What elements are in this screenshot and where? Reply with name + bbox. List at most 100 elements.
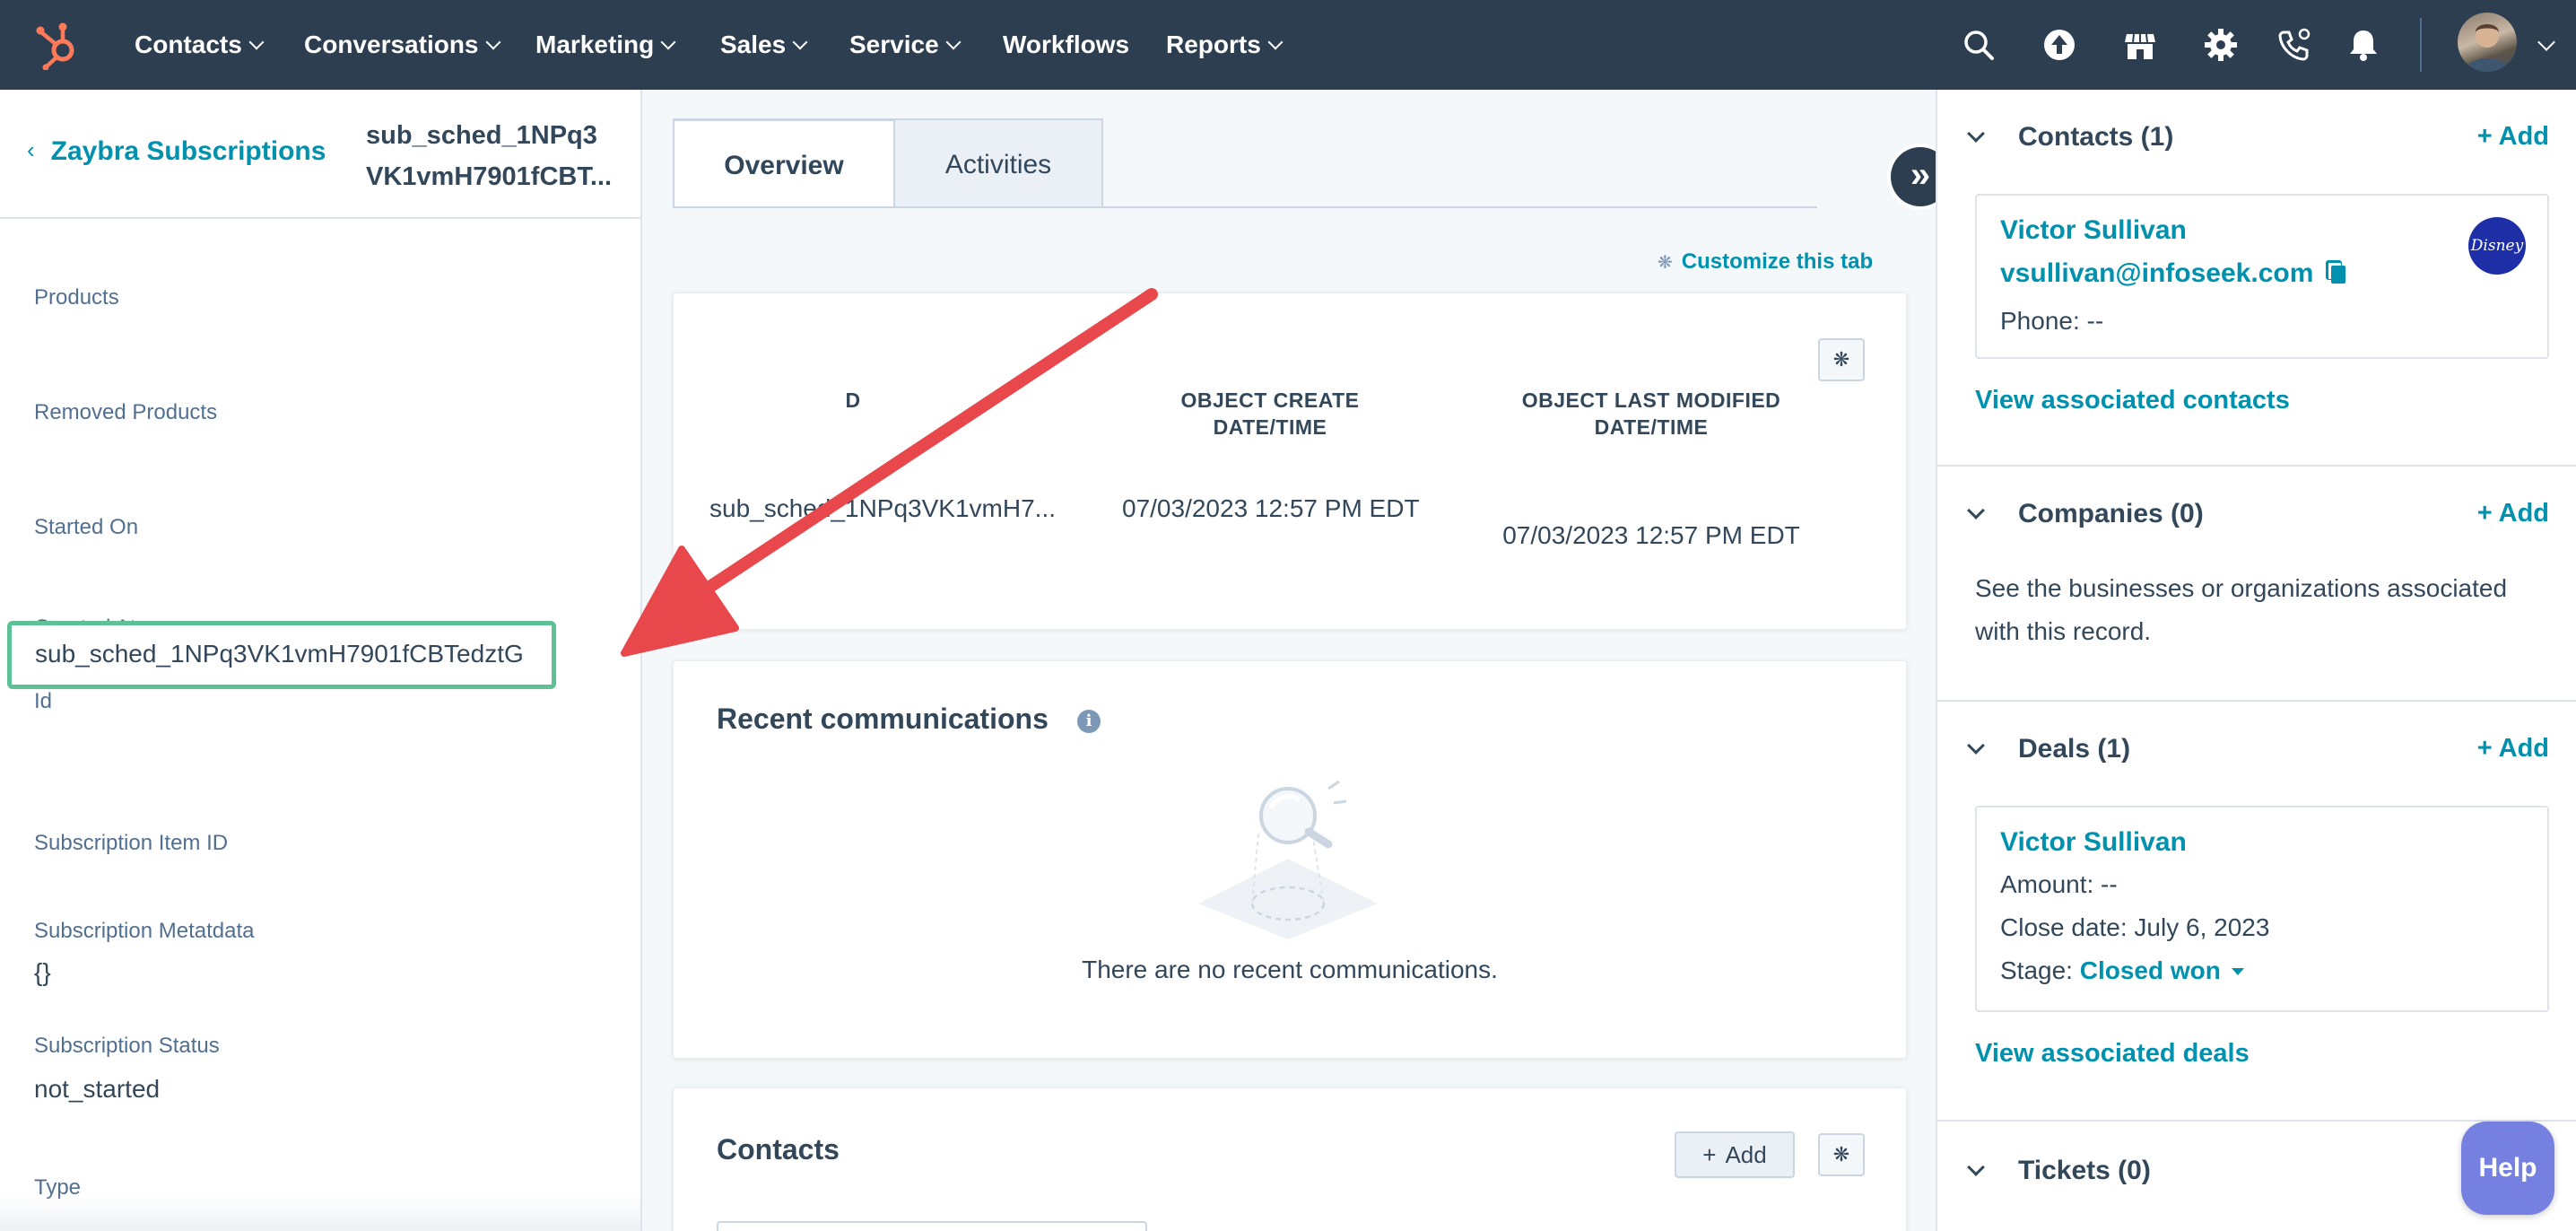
account-menu-chevron-icon[interactable] [2537, 33, 2555, 51]
subscription-status-value[interactable]: not_started [34, 1075, 160, 1104]
nav-divider [2420, 18, 2422, 72]
associated-companies-title[interactable]: Companies (0) [2018, 499, 2204, 529]
deal-stage-dropdown[interactable]: Closed won [2080, 956, 2244, 984]
highlight-col3-header-line-1: OBJECT LAST MODIFIED [1521, 389, 1781, 412]
record-title-line-1: sub_sched_1NPq3 [366, 121, 597, 150]
associated-tickets-title[interactable]: Tickets (0) [2018, 1156, 2151, 1186]
contact-name-link[interactable]: Victor Sullivan [2000, 215, 2187, 246]
chevron-down-icon[interactable] [1967, 737, 1985, 755]
company-logo: Disney [2468, 217, 2526, 275]
nav-reports-label: Reports [1166, 31, 1261, 58]
card-settings-button[interactable]: ❋ [1818, 1133, 1865, 1176]
chevron-down-icon [485, 34, 500, 50]
chevron-down-icon [1267, 34, 1284, 50]
view-associated-deals-link[interactable]: View associated deals [1975, 1039, 2250, 1069]
associated-contact-card: Victor Sullivan vsullivan@infoseek.com P… [1975, 194, 2549, 359]
highlight-col3-value: 07/03/2023 12:57 PM EDT [1502, 521, 1800, 549]
chevron-down-icon [792, 34, 808, 50]
highlight-col2-header: OBJECT CREATE DATE/TIME [1180, 389, 1360, 439]
tab-activities[interactable]: Activities [893, 118, 1103, 208]
nav-workflows[interactable]: Workflows [1003, 25, 1129, 65]
highlight-col1-value: sub_sched_1NPq3VK1vmH7... [709, 494, 1056, 522]
back-link-label: Zaybra Subscriptions [50, 136, 326, 166]
settings-icon: ❋ [1832, 348, 1850, 371]
deal-close-date: Close date: July 6, 2023 [2000, 913, 2270, 941]
nav-marketing[interactable]: Marketing [535, 25, 676, 65]
associated-deals-section: Deals (1) + Add Victor Sullivan Amount: … [1937, 702, 2576, 1122]
started-on-label: Started On [34, 515, 139, 539]
highlight-col3-header: OBJECT LAST MODIFIED DATE/TIME [1499, 387, 1804, 441]
info-icon[interactable]: i [1077, 710, 1101, 733]
subscription-item-id-label: Subscription Item ID [34, 831, 229, 855]
contact-email-text: vsullivan@infoseek.com [2000, 258, 2314, 288]
chevron-down-icon[interactable] [1967, 125, 1985, 143]
add-associated-deal-button[interactable]: + Add [2477, 734, 2549, 764]
id-value-field-highlighted[interactable]: sub_sched_1NPq3VK1vmH7901fCBTedztG [7, 621, 556, 689]
highlight-col3-header-line-2: DATE/TIME [1594, 415, 1709, 439]
companies-empty-description-line-2: with this record. [1975, 617, 2152, 645]
settings-icon: ❋ [1832, 1143, 1850, 1166]
empty-state-illustration-icon [1198, 780, 1378, 939]
add-associated-company-button[interactable]: + Add [2477, 499, 2549, 528]
chevron-down-icon[interactable] [1967, 1158, 1985, 1176]
top-navigation: Contacts Conversations Marketing Sales S… [0, 0, 2576, 90]
hubspot-logo-icon[interactable] [32, 20, 83, 70]
nav-reports[interactable]: Reports [1166, 25, 1284, 65]
subscription-status-label: Subscription Status [34, 1034, 220, 1058]
customize-tab-label: Customize this tab [1681, 249, 1874, 274]
plus-icon: + [1702, 1141, 1717, 1168]
deal-stage-value: Closed won [2079, 956, 2221, 984]
companies-empty-description-line-1: See the businesses or organizations asso… [1975, 574, 2508, 602]
chevron-down-icon [945, 34, 962, 50]
view-associated-contacts-link[interactable]: View associated contacts [1975, 386, 2290, 415]
nav-marketing-label: Marketing [535, 31, 655, 58]
search-icon[interactable] [1961, 27, 1997, 63]
settings-icon[interactable] [2203, 27, 2239, 63]
upgrade-icon[interactable] [2041, 27, 2077, 63]
contact-email-link[interactable]: vsullivan@infoseek.com [2000, 258, 2346, 289]
notifications-icon[interactable] [2345, 27, 2381, 63]
nav-service-label: Service [849, 31, 939, 58]
user-avatar[interactable] [2458, 13, 2517, 72]
associated-contacts-title[interactable]: Contacts (1) [2018, 122, 2173, 153]
contact-phone: Phone: -- [2000, 307, 2104, 335]
deal-stage: Stage: Closed won [2000, 956, 2244, 985]
contacts-card-title: Contacts [717, 1133, 840, 1166]
nav-sales[interactable]: Sales [720, 25, 808, 65]
card-settings-button[interactable]: ❋ [1818, 338, 1865, 381]
deal-amount: Amount: -- [2000, 870, 2118, 898]
deal-name-link[interactable]: Victor Sullivan [2000, 827, 2187, 858]
highlight-col1-header: D [845, 389, 861, 412]
settings-icon: ❋ [1658, 253, 1673, 273]
record-title: sub_sched_1NPq3 VK1vmH7901fCBT... [366, 115, 617, 197]
subscription-metadata-label: Subscription Metatdata [34, 919, 255, 943]
scroll-fade [0, 1195, 640, 1231]
help-button[interactable]: Help [2461, 1122, 2554, 1215]
deal-stage-label: Stage: [2000, 956, 2073, 984]
add-associated-contact-button[interactable]: + Add [2477, 122, 2549, 152]
data-highlights-card: ❋ D sub_sched_1NPq3VK1vmH7... OBJECT CRE… [673, 292, 1907, 630]
id-label: Id [34, 689, 53, 713]
products-label: Products [34, 285, 119, 310]
record-header: ‹ Zaybra Subscriptions sub_sched_1NPq3 VK… [0, 90, 642, 219]
nav-conversations[interactable]: Conversations [304, 25, 500, 65]
add-contact-label: Add [1725, 1141, 1767, 1168]
copy-icon[interactable] [2331, 266, 2346, 284]
removed-products-label: Removed Products [34, 400, 218, 424]
contacts-table-header [717, 1221, 1147, 1231]
customize-tab-link[interactable]: ❋ Customize this tab [1658, 249, 1873, 275]
tab-overview[interactable]: Overview [673, 118, 895, 208]
tabs-underline [673, 206, 1817, 208]
associated-deals-title[interactable]: Deals (1) [2018, 734, 2130, 764]
back-to-object-link[interactable]: ‹ Zaybra Subscriptions [27, 136, 326, 167]
chevron-down-icon [248, 34, 265, 50]
calling-icon[interactable] [2276, 27, 2312, 63]
nav-service[interactable]: Service [849, 25, 962, 65]
chevron-down-icon[interactable] [1967, 502, 1985, 519]
associations-sidebar: Contacts (1) + Add Victor Sullivan vsull… [1936, 90, 2576, 1231]
subscription-metadata-value[interactable]: {} [34, 958, 51, 987]
add-contact-button[interactable]: + Add [1675, 1131, 1795, 1178]
caret-down-icon [2231, 968, 2244, 975]
nav-contacts[interactable]: Contacts [135, 25, 265, 65]
marketplace-icon[interactable] [2122, 27, 2158, 63]
